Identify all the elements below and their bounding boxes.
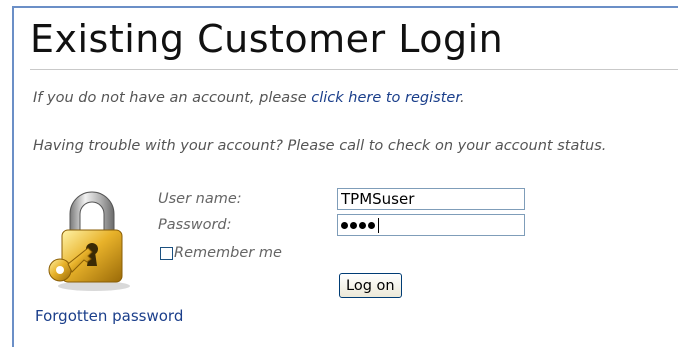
page-title: Existing Customer Login — [30, 17, 504, 61]
account-trouble-text: Having trouble with your account? Please… — [33, 138, 607, 154]
register-link[interactable]: click here to register — [311, 90, 460, 106]
remember-me-checkbox[interactable]: Remember me — [160, 245, 282, 261]
username-input[interactable] — [337, 188, 525, 210]
padlock-with-key-icon — [48, 191, 130, 291]
password-input[interactable] — [337, 214, 525, 236]
username-label: User name: — [158, 191, 242, 207]
checkbox-box[interactable] — [160, 246, 173, 260]
password-label: Password: — [158, 217, 232, 233]
remember-me-label: Remember me — [174, 245, 282, 261]
forgotten-password-link[interactable]: Forgotten password — [35, 307, 183, 325]
register-suffix-text: . — [459, 90, 465, 106]
register-prefix-text: If you do not have an account, please — [33, 90, 312, 106]
register-info-text: If you do not have an account, please cl… — [33, 90, 465, 106]
title-divider — [30, 69, 678, 70]
log-on-button[interactable]: Log on — [339, 273, 402, 298]
